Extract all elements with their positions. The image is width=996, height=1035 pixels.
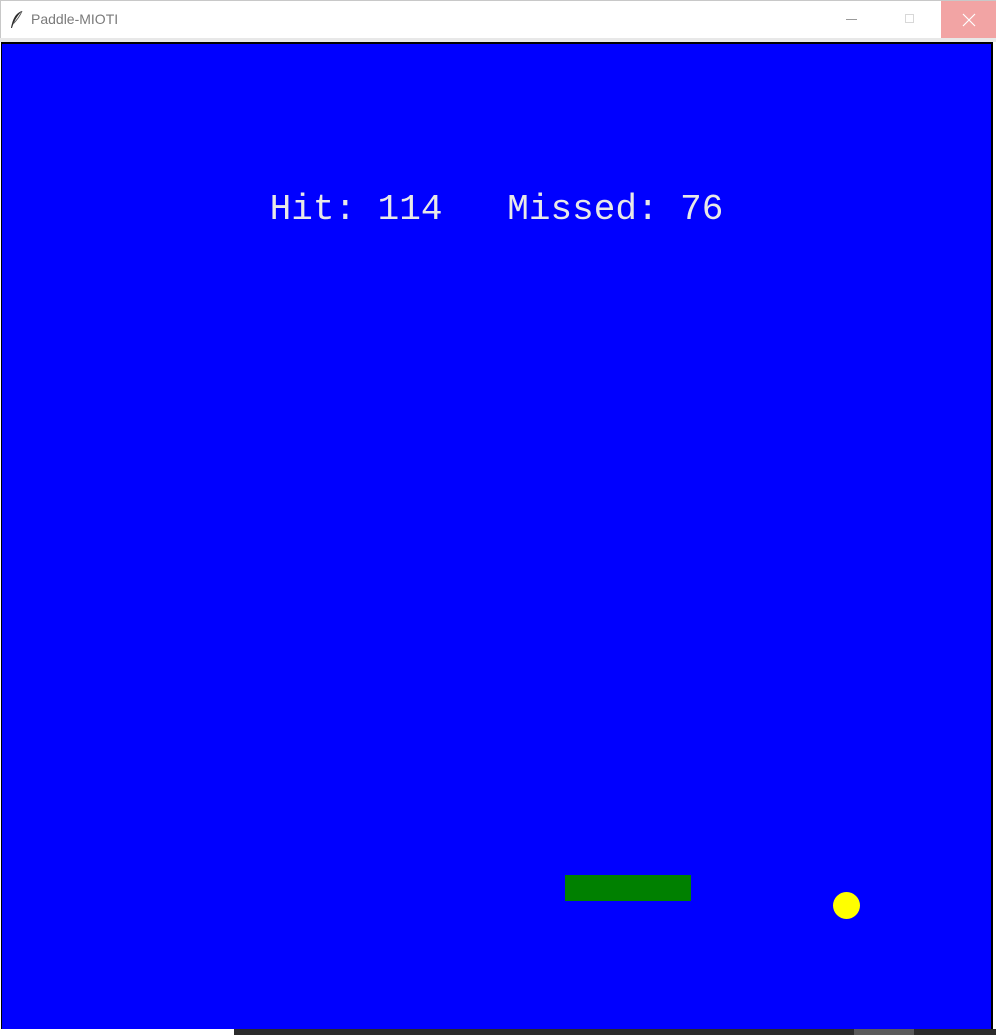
close-icon	[962, 13, 976, 27]
score-display: Hit: 114 Missed: 76	[269, 189, 724, 230]
ball	[833, 892, 860, 919]
maximize-button[interactable]	[882, 1, 938, 38]
minimize-button[interactable]	[824, 1, 880, 38]
paddle	[565, 875, 691, 901]
taskbar-edge-highlight	[854, 1029, 914, 1035]
maximize-icon	[905, 14, 914, 23]
game-canvas[interactable]: Hit: 114 Missed: 76	[1, 42, 993, 1029]
window-titlebar: Paddle-MIOTI	[0, 0, 996, 38]
feather-icon	[9, 10, 25, 30]
window-title: Paddle-MIOTI	[31, 11, 119, 27]
close-button[interactable]	[941, 1, 996, 38]
minimize-icon	[846, 19, 857, 20]
